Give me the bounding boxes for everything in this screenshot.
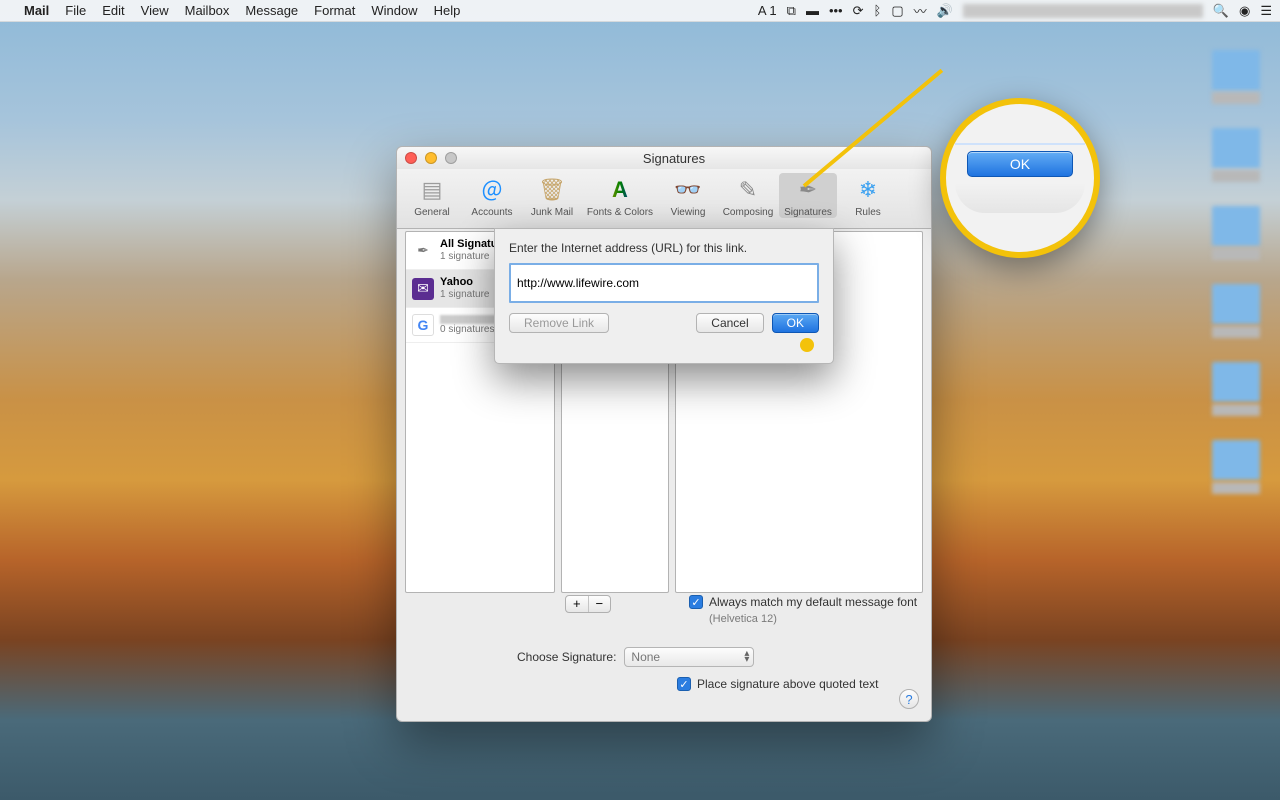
wifi-icon[interactable]: 〰 xyxy=(914,1,927,20)
desktop: Mail File Edit View Mailbox Message Form… xyxy=(0,0,1280,800)
choose-signature-row: Choose Signature: None ▴▾ xyxy=(517,647,754,667)
callout-bottom xyxy=(955,183,1085,213)
choose-signature-popup[interactable]: None ▴▾ xyxy=(624,647,754,667)
account-sub: 1 signature xyxy=(440,289,489,301)
airplay-icon[interactable]: ▢ xyxy=(891,3,903,19)
menu-mailbox[interactable]: Mailbox xyxy=(185,3,230,18)
always-match-row: ✓ Always match my default message font xyxy=(689,595,917,609)
tab-label: Junk Mail xyxy=(523,207,581,218)
callout-topbar xyxy=(955,143,1085,145)
general-icon: ▤ xyxy=(403,175,461,205)
tab-label: Fonts & Colors xyxy=(583,207,657,218)
display-icon[interactable]: ▬ xyxy=(806,3,819,18)
adobe-icon[interactable]: A 1 xyxy=(758,3,777,18)
yahoo-icon: ✉ xyxy=(412,278,434,300)
tab-general[interactable]: ▤ General xyxy=(403,173,461,218)
google-icon: G xyxy=(412,314,434,336)
place-above-checkbox[interactable]: ✓ xyxy=(677,677,691,691)
tab-accounts[interactable]: ＠ Accounts xyxy=(463,173,521,218)
place-above-row: ✓ Place signature above quoted text xyxy=(677,677,878,691)
callout-dot xyxy=(800,338,814,352)
sheet-prompt: Enter the Internet address (URL) for thi… xyxy=(509,241,819,255)
tab-label: Signatures xyxy=(779,207,837,218)
status-icons: A 1 ⧉ ▬ ••• ⟳ ᛒ ▢ 〰 🔊 🔍 ◉ ☰ xyxy=(758,1,1272,20)
accounts-icon: ＠ xyxy=(463,175,521,205)
tab-label: Viewing xyxy=(659,207,717,218)
tab-viewing[interactable]: 👓 Viewing xyxy=(659,173,717,218)
tab-composing[interactable]: ✎ Composing xyxy=(719,173,777,218)
account-title-blurred xyxy=(440,315,500,324)
choose-label: Choose Signature: xyxy=(517,650,616,664)
close-button[interactable] xyxy=(405,152,417,164)
always-match-label: Always match my default message font xyxy=(709,595,917,609)
rules-icon: ❄ xyxy=(839,175,897,205)
cancel-button[interactable]: Cancel xyxy=(696,313,763,333)
viewing-icon: 👓 xyxy=(659,175,717,205)
menu-format[interactable]: Format xyxy=(314,3,355,18)
remove-signature-button[interactable]: − xyxy=(589,596,611,612)
siri-icon[interactable]: ◉ xyxy=(1239,3,1250,19)
tab-rules[interactable]: ❄ Rules xyxy=(839,173,897,218)
url-input[interactable] xyxy=(509,263,819,303)
spotlight-icon[interactable]: 🔍 xyxy=(1213,3,1229,19)
more-icon[interactable]: ••• xyxy=(829,3,843,18)
app-name-menu[interactable]: Mail xyxy=(24,3,49,18)
menu-message[interactable]: Message xyxy=(245,3,298,18)
ok-button[interactable]: OK xyxy=(772,313,819,333)
signature-icon: ✒ xyxy=(412,240,434,262)
composing-icon: ✎ xyxy=(719,175,777,205)
tab-fonts[interactable]: A Fonts & Colors xyxy=(583,173,657,218)
tab-label: Rules xyxy=(839,207,897,218)
menu-help[interactable]: Help xyxy=(434,3,461,18)
tab-label: Accounts xyxy=(463,207,521,218)
timemachine-icon[interactable]: ⟳ xyxy=(853,3,864,19)
place-above-label: Place signature above quoted text xyxy=(697,677,878,691)
url-sheet-dialog: Enter the Internet address (URL) for thi… xyxy=(494,228,834,364)
notification-center-icon[interactable]: ☰ xyxy=(1260,3,1272,19)
titlebar[interactable]: Signatures xyxy=(397,147,931,169)
dropbox-icon[interactable]: ⧉ xyxy=(787,3,796,19)
ok-button-zoomed: OK xyxy=(967,151,1073,177)
menubar: Mail File Edit View Mailbox Message Form… xyxy=(0,0,1280,22)
help-button[interactable]: ? xyxy=(899,689,919,709)
menu-window[interactable]: Window xyxy=(371,3,417,18)
always-match-sub: (Helvetica 12) xyxy=(709,613,777,625)
clock-blurred xyxy=(963,4,1203,18)
fonts-icon: A xyxy=(583,175,657,205)
account-title: Yahoo xyxy=(440,276,489,289)
chevron-updown-icon: ▴▾ xyxy=(744,651,749,663)
add-remove-signature: + − xyxy=(565,595,611,613)
prefs-toolbar: ▤ General ＠ Accounts 🗑 Junk Mail A Fonts… xyxy=(397,169,931,229)
desktop-icons-blurred xyxy=(1212,50,1260,494)
always-match-checkbox[interactable]: ✓ xyxy=(689,595,703,609)
tab-junk[interactable]: 🗑 Junk Mail xyxy=(523,173,581,218)
callout-circle: OK xyxy=(940,98,1100,258)
junk-icon: 🗑 xyxy=(523,175,581,205)
volume-icon[interactable]: 🔊 xyxy=(937,3,953,19)
remove-link-button[interactable]: Remove Link xyxy=(509,313,609,333)
add-signature-button[interactable]: + xyxy=(566,596,589,612)
menu-view[interactable]: View xyxy=(141,3,169,18)
menu-file[interactable]: File xyxy=(65,3,86,18)
window-title: Signatures xyxy=(425,151,923,166)
bluetooth-icon[interactable]: ᛒ xyxy=(874,3,882,18)
tab-label: General xyxy=(403,207,461,218)
tab-label: Composing xyxy=(719,207,777,218)
menu-edit[interactable]: Edit xyxy=(102,3,124,18)
account-sub: 0 signatures xyxy=(440,324,500,336)
choose-value: None xyxy=(631,650,660,664)
